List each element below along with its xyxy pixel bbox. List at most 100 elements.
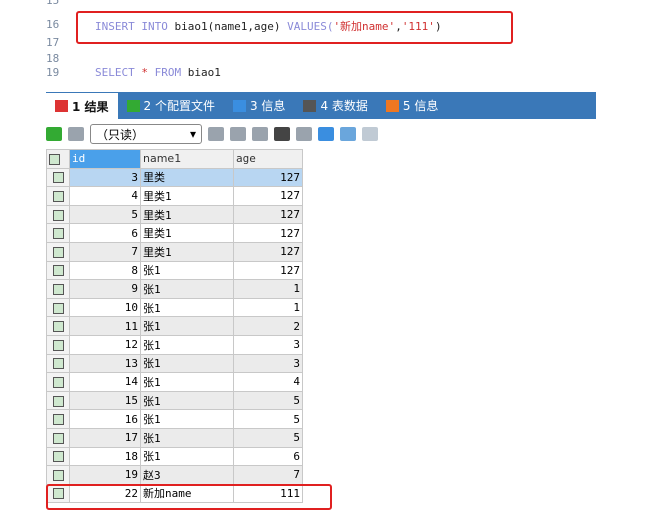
cell-id[interactable]: 14 — [69, 372, 141, 392]
cell-name1[interactable]: 张1 — [140, 409, 234, 429]
cell-name1[interactable]: 张1 — [140, 297, 234, 318]
table-row[interactable]: 13 张1 3 — [46, 353, 303, 374]
column-header-name1[interactable]: name1 — [140, 149, 234, 169]
cell-name1[interactable]: 张1 — [140, 334, 234, 355]
table-row[interactable]: 4 里类1 127 — [46, 186, 303, 206]
delete-icon[interactable] — [274, 127, 290, 141]
cell-name1[interactable]: 里类1 — [140, 186, 234, 206]
grid-view-icon[interactable] — [318, 127, 334, 141]
cell-id[interactable]: 11 — [69, 316, 141, 336]
row-checkbox[interactable] — [46, 260, 70, 281]
cell-name1[interactable]: 赵3 — [140, 465, 234, 485]
cell-name1[interactable]: 里类 — [140, 167, 234, 188]
row-checkbox[interactable] — [46, 446, 70, 467]
cell-id[interactable]: 16 — [69, 409, 141, 429]
cell-age[interactable]: 127 — [233, 241, 303, 262]
cell-name1[interactable]: 张1 — [140, 279, 234, 299]
cell-id[interactable]: 10 — [69, 297, 141, 318]
row-checkbox[interactable] — [46, 204, 70, 225]
cell-age[interactable]: 6 — [233, 446, 303, 467]
cell-id[interactable]: 18 — [69, 446, 141, 467]
select-all-checkbox[interactable] — [46, 149, 70, 169]
column-header-id[interactable]: id — [69, 149, 141, 169]
row-checkbox[interactable] — [46, 186, 70, 206]
cell-age[interactable]: 127 — [233, 167, 303, 188]
cell-id[interactable]: 13 — [69, 353, 141, 374]
cell-id[interactable]: 7 — [69, 241, 141, 262]
filter-icon[interactable] — [68, 127, 84, 141]
cell-name1[interactable]: 里类1 — [140, 223, 234, 243]
cell-age[interactable]: 127 — [233, 204, 303, 225]
cell-age[interactable]: 2 — [233, 316, 303, 336]
table-row[interactable]: 9 张1 1 — [46, 279, 303, 299]
row-checkbox[interactable] — [46, 465, 70, 485]
cell-age[interactable]: 3 — [233, 353, 303, 374]
table-row[interactable]: 14 张1 4 — [46, 372, 303, 392]
text-view-icon[interactable] — [362, 127, 378, 141]
add-row-icon[interactable] — [46, 127, 62, 141]
row-checkbox[interactable] — [46, 427, 70, 448]
save-icon[interactable] — [252, 127, 268, 141]
table-row[interactable]: 5 里类1 127 — [46, 204, 303, 225]
cell-id[interactable]: 15 — [69, 390, 141, 411]
row-checkbox[interactable] — [46, 334, 70, 355]
cell-age[interactable]: 1 — [233, 279, 303, 299]
cell-id[interactable]: 6 — [69, 223, 141, 243]
cell-name1[interactable]: 张1 — [140, 427, 234, 448]
tab-1[interactable]: 1 结果 — [46, 93, 118, 119]
cell-name1[interactable]: 里类1 — [140, 241, 234, 262]
mode-select[interactable]: （只读） ▾ — [90, 124, 202, 144]
table-row[interactable]: 19 赵3 7 — [46, 465, 303, 485]
cell-age[interactable]: 127 — [233, 223, 303, 243]
table-row[interactable]: 15 张1 5 — [46, 390, 303, 411]
row-checkbox[interactable] — [46, 372, 70, 392]
cell-name1[interactable]: 张1 — [140, 372, 234, 392]
table-row[interactable]: 10 张1 1 — [46, 297, 303, 318]
row-checkbox[interactable] — [46, 390, 70, 411]
cell-id[interactable]: 9 — [69, 279, 141, 299]
column-header-age[interactable]: age — [233, 149, 303, 169]
cell-name1[interactable]: 张1 — [140, 260, 234, 281]
cell-age[interactable]: 4 — [233, 372, 303, 392]
table-row[interactable]: 3 里类 127 — [46, 167, 303, 188]
cell-age[interactable]: 127 — [233, 260, 303, 281]
table-row[interactable]: 11 张1 2 — [46, 316, 303, 336]
row-checkbox[interactable] — [46, 167, 70, 188]
cell-age[interactable]: 1 — [233, 297, 303, 318]
cell-name1[interactable]: 张1 — [140, 353, 234, 374]
cell-age[interactable]: 5 — [233, 427, 303, 448]
table-row[interactable]: 6 里类1 127 — [46, 223, 303, 243]
tab-4[interactable]: 4 表数据 — [294, 92, 376, 119]
row-checkbox[interactable] — [46, 223, 70, 243]
table-row[interactable]: 12 张1 3 — [46, 334, 303, 355]
row-checkbox[interactable] — [46, 241, 70, 262]
cell-age[interactable]: 3 — [233, 334, 303, 355]
cell-id[interactable]: 8 — [69, 260, 141, 281]
table-row[interactable]: 18 张1 6 — [46, 446, 303, 467]
tab-2[interactable]: 2 个配置文件 — [118, 92, 224, 119]
table-row[interactable]: 16 张1 5 — [46, 409, 303, 429]
cell-id[interactable]: 12 — [69, 334, 141, 355]
cell-name1[interactable]: 张1 — [140, 316, 234, 336]
cell-name1[interactable]: 张1 — [140, 446, 234, 467]
cell-id[interactable]: 17 — [69, 427, 141, 448]
row-checkbox[interactable] — [46, 316, 70, 336]
cell-age[interactable]: 7 — [233, 465, 303, 485]
cell-id[interactable]: 3 — [69, 167, 141, 188]
cell-id[interactable]: 5 — [69, 204, 141, 225]
table-row[interactable]: 17 张1 5 — [46, 427, 303, 448]
form-view-icon[interactable] — [340, 127, 356, 141]
tab-3[interactable]: 3 信息 — [224, 92, 294, 119]
cell-age[interactable]: 127 — [233, 186, 303, 206]
tab-5[interactable]: 5 信息 — [377, 92, 447, 119]
row-checkbox[interactable] — [46, 409, 70, 429]
copy-icon[interactable] — [230, 127, 246, 141]
cell-name1[interactable]: 里类1 — [140, 204, 234, 225]
cell-age[interactable]: 5 — [233, 409, 303, 429]
insert-icon[interactable] — [208, 127, 224, 141]
cell-name1[interactable]: 张1 — [140, 390, 234, 411]
row-checkbox[interactable] — [46, 353, 70, 374]
table-row[interactable]: 7 里类1 127 — [46, 241, 303, 262]
table-row[interactable]: 8 张1 127 — [46, 260, 303, 281]
cell-id[interactable]: 4 — [69, 186, 141, 206]
